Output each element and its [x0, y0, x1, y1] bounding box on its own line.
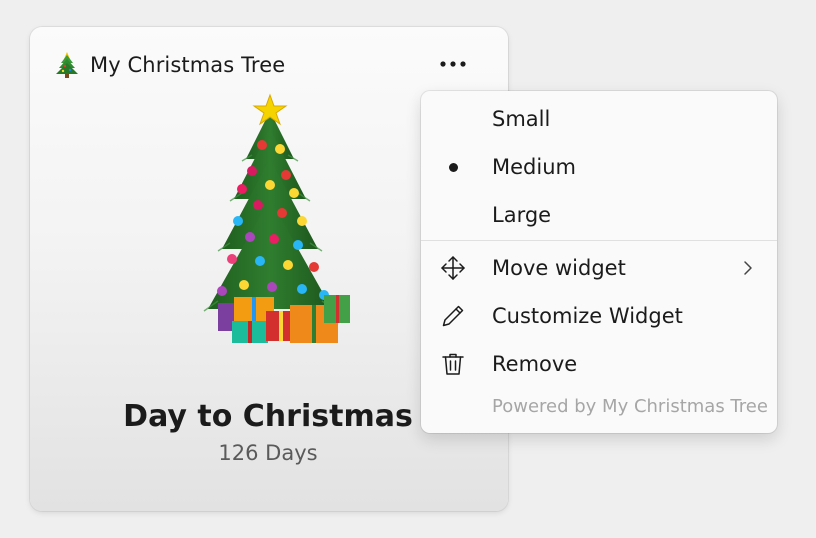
pencil-icon: [439, 302, 467, 330]
menu-item-label: Small: [492, 107, 551, 131]
menu-item-label: Move widget: [492, 256, 626, 280]
widget-title: My Christmas Tree: [90, 53, 286, 77]
menu-item-size-large[interactable]: Large: [425, 193, 773, 237]
menu-item-customize-widget[interactable]: Customize Widget: [425, 294, 773, 338]
menu-item-label: Customize Widget: [492, 304, 683, 328]
christmas-tree-icon: [56, 52, 78, 78]
widget-header: My Christmas Tree: [54, 49, 285, 81]
menu-item-size-small[interactable]: Small: [425, 97, 773, 141]
menu-divider: [421, 240, 777, 241]
move-icon: [439, 254, 467, 282]
selected-indicator: [439, 153, 467, 181]
menu-item-remove[interactable]: Remove: [425, 342, 773, 386]
radio-dot-icon: [448, 162, 458, 172]
christmas-tree-illustration: [203, 93, 350, 343]
chevron-right-icon: [744, 261, 752, 275]
menu-item-label: Medium: [492, 155, 576, 179]
menu-footer: Powered by My Christmas Tree: [492, 396, 768, 417]
menu-item-label: Remove: [492, 352, 578, 376]
menu-item-size-medium[interactable]: Medium: [425, 145, 773, 189]
menu-item-label: Large: [492, 203, 552, 227]
more-options-button[interactable]: [430, 49, 476, 79]
menu-item-move-widget[interactable]: Move widget: [425, 246, 773, 290]
countdown-value: 126 Days: [218, 441, 318, 465]
widget-context-menu: Small Medium Large Move widget Customize…: [421, 91, 777, 433]
more-options-icon: [440, 61, 466, 67]
trash-icon: [439, 350, 467, 378]
